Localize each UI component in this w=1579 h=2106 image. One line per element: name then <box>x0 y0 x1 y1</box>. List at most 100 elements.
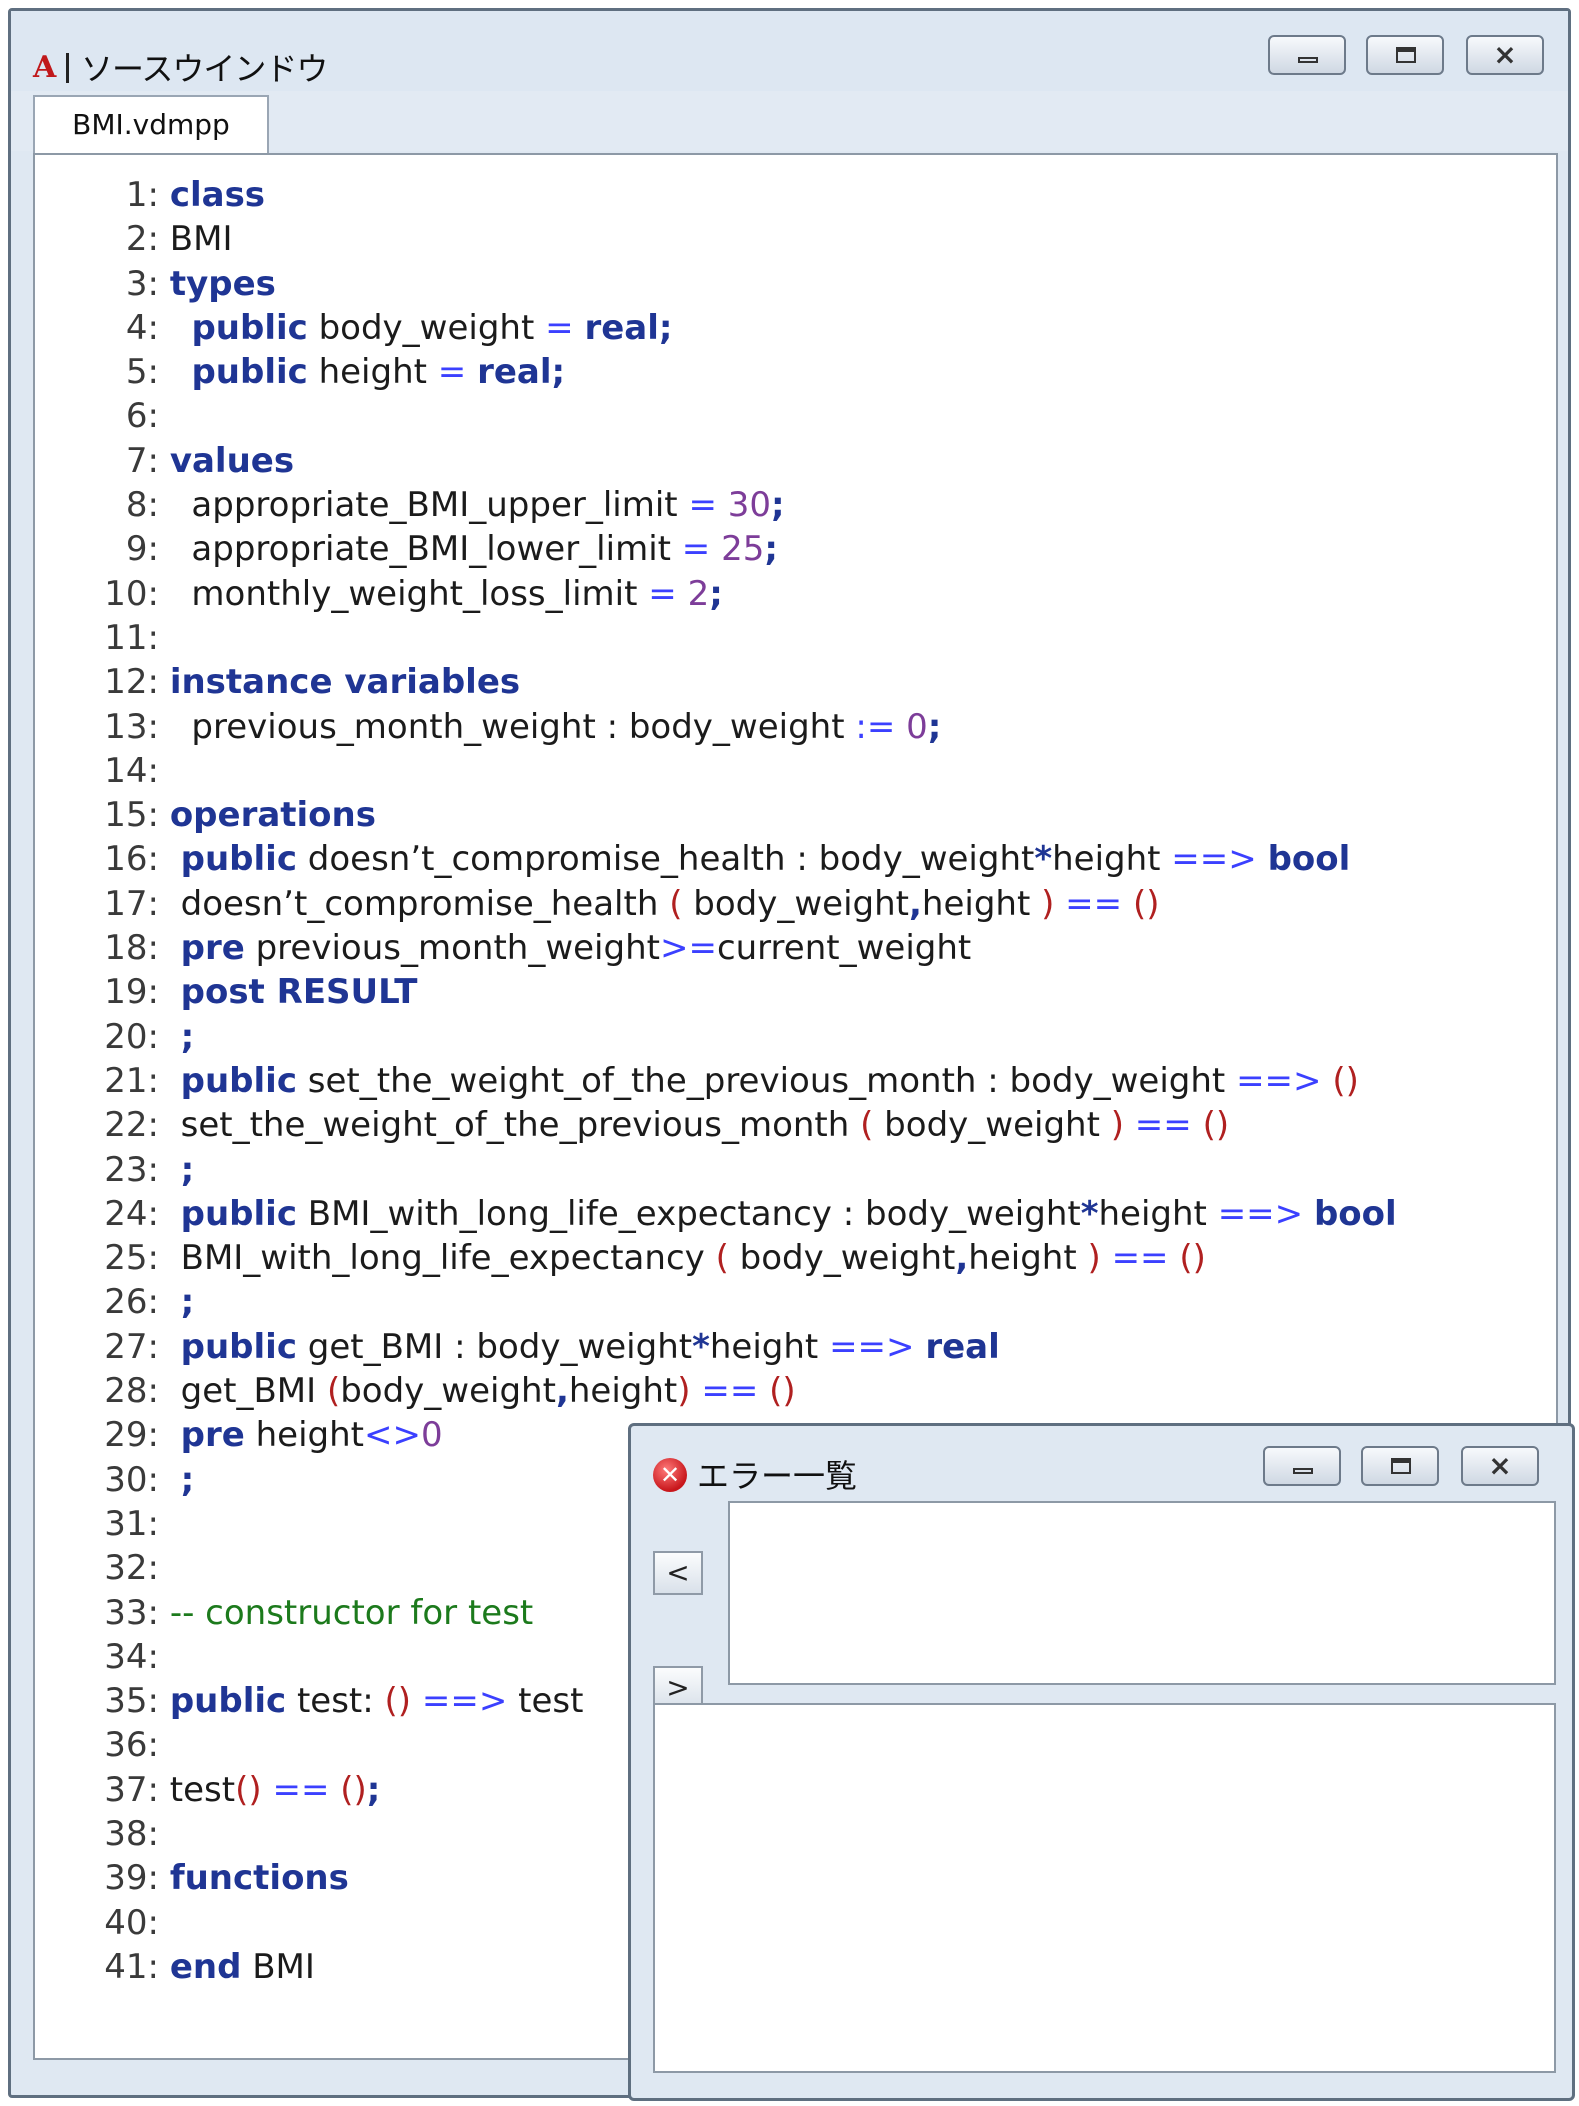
code-line[interactable]: 13: previous_month_weight : body_weight … <box>35 705 1397 749</box>
token-text: body_weight <box>307 307 546 348</box>
token-kw: pre <box>180 928 245 969</box>
token-kw: * <box>692 1326 710 1367</box>
token-kw: values <box>169 440 295 481</box>
code-line[interactable]: 22: set_the_weight_of_the_previous_month… <box>35 1103 1397 1147</box>
code-line[interactable]: 24: public BMI_with_long_life_expectancy… <box>35 1192 1397 1236</box>
token-kw: ; <box>771 485 785 526</box>
code-text: monthly_weight_loss_limit = 2; <box>159 572 722 616</box>
token-op: ==> <box>829 1326 915 1367</box>
error-close-button[interactable]: ⨯ <box>1461 1446 1539 1486</box>
code-line[interactable]: 17: doesn’t_compromise_health ( body_wei… <box>35 882 1397 926</box>
token-text: get_BMI : body_weight <box>296 1326 693 1367</box>
token-text: body_weight <box>682 883 909 924</box>
token-kw: , <box>908 883 922 924</box>
line-number: 15: <box>104 795 159 836</box>
code-line[interactable]: 10: monthly_weight_loss_limit = 2; <box>35 572 1397 616</box>
close-icon: ⨯ <box>1488 1449 1512 1482</box>
close-icon: ⨯ <box>1493 38 1517 71</box>
code-line[interactable]: 20: ; <box>35 1015 1397 1059</box>
token-par: () <box>1179 1238 1206 1279</box>
code-line[interactable]: 15: operations <box>35 793 1397 837</box>
code-line[interactable]: 11: <box>35 616 1397 660</box>
code-line[interactable]: 14: <box>35 749 1397 793</box>
token-op: = <box>681 529 711 570</box>
code-line[interactable]: 28: get_BMI (body_weight,height) == () <box>35 1369 1397 1413</box>
token-kw: , <box>955 1238 969 1279</box>
token-text: height <box>244 1415 364 1456</box>
token-kw: public <box>180 839 297 880</box>
line-number: 8: <box>125 485 159 526</box>
maximize-button[interactable] <box>1366 35 1444 75</box>
code-line[interactable]: 27: public get_BMI : body_weight*height … <box>35 1325 1397 1369</box>
token-op: ==> <box>1217 1193 1304 1234</box>
code-text: appropriate_BMI_upper_limit = 30; <box>159 483 785 527</box>
code-line[interactable]: 5: public height = real; <box>35 350 1397 394</box>
code-text: public BMI_with_long_life_expectancy : b… <box>159 1192 1397 1236</box>
token-text: doesn’t_compromise_health <box>159 883 670 924</box>
tab-bmi-vdmpp[interactable]: BMI.vdmpp <box>33 95 269 153</box>
line-number: 31: <box>104 1503 159 1544</box>
source-window-titlebar[interactable]: A ソースウインドウ ⨯ <box>11 11 1568 91</box>
line-number: 13: <box>104 706 159 747</box>
token-text: height <box>568 1371 678 1412</box>
code-line[interactable]: 23: ; <box>35 1148 1397 1192</box>
code-line[interactable]: 26: ; <box>35 1280 1397 1324</box>
line-number: 29: <box>104 1415 159 1456</box>
code-text: previous_month_weight : body_weight := 0… <box>159 705 941 749</box>
token-par: () <box>1332 1060 1359 1101</box>
code-line[interactable]: 18: pre previous_month_weight>=current_w… <box>35 926 1397 970</box>
previous-error-button[interactable]: < <box>653 1551 703 1595</box>
code-text: ; <box>159 1148 195 1192</box>
token-op: ==> <box>1171 839 1257 880</box>
line-number: 19: <box>104 972 159 1013</box>
error-list-pane[interactable] <box>728 1501 1556 1685</box>
token-par: ( <box>860 1105 874 1146</box>
code-line[interactable]: 16: public doesn’t_compromise_health : b… <box>35 837 1397 881</box>
error-detail-pane[interactable] <box>653 1703 1556 2073</box>
code-line[interactable]: 8: appropriate_BMI_upper_limit = 30; <box>35 483 1397 527</box>
code-text: end BMI <box>159 1945 315 1989</box>
code-line[interactable]: 12: instance variables <box>35 660 1397 704</box>
error-minimize-button[interactable] <box>1263 1446 1341 1486</box>
code-line[interactable]: 25: BMI_with_long_life_expectancy ( body… <box>35 1236 1397 1280</box>
vdm-app-icon: A <box>33 51 73 85</box>
code-line[interactable]: 7: values <box>35 439 1397 483</box>
error-maximize-button[interactable] <box>1361 1446 1439 1486</box>
code-text: set_the_weight_of_the_previous_month ( b… <box>159 1103 1230 1147</box>
line-number: 23: <box>104 1149 159 1190</box>
token-num: 0 <box>420 1415 443 1456</box>
code-line[interactable]: 9: appropriate_BMI_lower_limit = 25; <box>35 527 1397 571</box>
window-title: ソースウインドウ <box>81 50 328 88</box>
code-text: pre previous_month_weight>=current_weigh… <box>159 926 972 970</box>
line-number: 9: <box>125 529 159 570</box>
token-text: body_weight <box>728 1238 956 1279</box>
code-line[interactable]: 6: <box>35 394 1397 438</box>
token-text: BMI_with_long_life_expectancy <box>159 1238 716 1279</box>
code-line[interactable]: 19: post RESULT <box>35 970 1397 1014</box>
close-button[interactable]: ⨯ <box>1466 35 1544 75</box>
token-kw: types <box>169 263 276 304</box>
line-number: 3: <box>125 263 159 304</box>
code-line[interactable]: 3: types <box>35 262 1397 306</box>
line-number: 17: <box>104 883 159 924</box>
minimize-button[interactable] <box>1268 35 1346 75</box>
code-line[interactable]: 4: public body_weight = real; <box>35 306 1397 350</box>
code-line[interactable]: 2: BMI <box>35 217 1397 261</box>
code-line[interactable]: 1: class <box>35 173 1397 217</box>
error-circle-icon: ✕ <box>653 1458 687 1492</box>
code-line[interactable]: 21: public set_the_weight_of_the_previou… <box>35 1059 1397 1103</box>
code-text: BMI <box>159 217 233 261</box>
token-kw: * <box>1080 1193 1099 1234</box>
